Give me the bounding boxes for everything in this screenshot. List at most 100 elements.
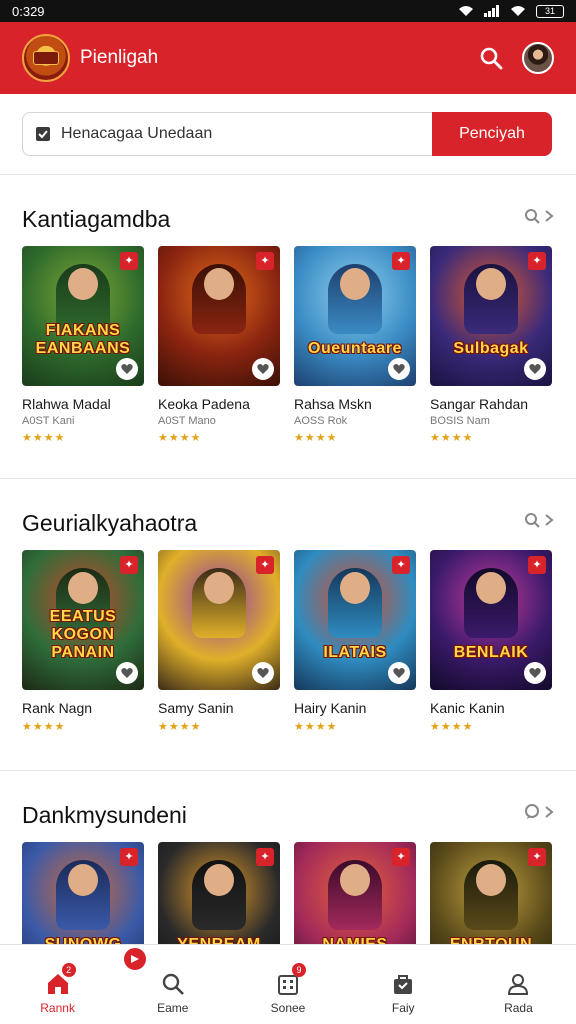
cover-title-art: Oueuntaare — [308, 340, 402, 357]
search-submit-button[interactable]: Penciyah — [432, 112, 552, 156]
divider — [0, 770, 576, 771]
flag-badge: ✦ — [528, 848, 546, 866]
game-card[interactable]: Sulbagak ✦ Sangar Rahdan BOSIS Nam ★★★★ — [430, 246, 552, 444]
flag-badge: ✦ — [120, 556, 138, 574]
game-title: Hairy Kanin — [294, 700, 367, 716]
game-subtitle: A0ST Kani — [22, 415, 75, 427]
cover-title-art: EEATUS KOGON PANAIN — [49, 608, 117, 661]
game-cover-image[interactable]: ILATAIS ✦ — [294, 550, 416, 690]
signal-icon — [484, 5, 499, 17]
favorite-button[interactable] — [252, 358, 274, 380]
card-row: EEATUS KOGON PANAIN ✦ Rank Nagn ★★★★ ✦ Samy S… — [22, 550, 552, 733]
nav-label: Faiy — [391, 1001, 415, 1015]
favorite-button[interactable] — [388, 662, 410, 684]
search-icon — [525, 513, 540, 528]
bag-icon — [394, 975, 413, 994]
nav-label: Rada — [504, 1001, 533, 1015]
notification-badge: 9 — [292, 963, 306, 977]
chevron-right-icon — [545, 210, 554, 222]
rating-stars: ★★★★ — [430, 721, 474, 733]
battery-icon: 31 — [536, 4, 564, 18]
character-head — [476, 268, 506, 300]
favorite-button[interactable] — [252, 662, 274, 684]
favorite-button[interactable] — [388, 358, 410, 380]
game-card[interactable]: ✦ Keoka Padena A0ST Mano ★★★★ — [158, 246, 280, 444]
character-head — [340, 572, 370, 604]
favorite-button[interactable] — [116, 662, 138, 684]
cover-title-art: ILATAIS — [323, 644, 387, 661]
game-title: Keoka Padena — [158, 396, 250, 412]
character-head — [68, 572, 98, 604]
game-cover-image[interactable]: ✦ — [158, 246, 280, 386]
game-cover-image[interactable]: Sulbagak ✦ — [430, 246, 552, 386]
flag-badge: ✦ — [528, 252, 546, 270]
flag-badge: ✦ — [256, 848, 274, 866]
app-logo[interactable] — [22, 34, 70, 82]
flag-badge: ✦ — [392, 556, 410, 574]
character-head — [204, 572, 234, 604]
comment-icon — [525, 804, 539, 819]
game-card[interactable]: ILATAIS ✦ Hairy Kanin ★★★★ — [294, 550, 416, 733]
game-title: Rahsa Mskn — [294, 396, 372, 412]
nav-item-building[interactable]: 9 Sonee — [230, 945, 345, 1024]
game-cover-image[interactable]: ✦ — [158, 550, 280, 690]
app-header: Pienligah — [0, 22, 576, 94]
game-cover-image[interactable]: Oueuntaare ✦ — [294, 246, 416, 386]
rating-stars: ★★★★ — [22, 432, 66, 444]
header-search-button[interactable] — [474, 41, 508, 75]
checkbox-icon — [36, 127, 50, 141]
character-head — [68, 268, 98, 300]
section-more-button[interactable] — [524, 512, 554, 528]
game-title: Rlahwa Madal — [22, 396, 111, 412]
section-1: Kantiagamdba FIAKANS EANBAANS ✦ Rlahwa Mad… — [0, 206, 576, 466]
game-card[interactable]: Oueuntaare ✦ Rahsa Mskn AOSS Rok ★★★★ — [294, 246, 416, 444]
game-cover-image[interactable]: EEATUS KOGON PANAIN ✦ — [22, 550, 144, 690]
game-title: Sangar Rahdan — [430, 396, 529, 412]
nav-item-profile[interactable]: Rada — [461, 945, 576, 1024]
cover-title-art: BENLAIK — [453, 644, 529, 661]
section-title: Kantiagamdba — [22, 206, 171, 232]
favorite-button[interactable] — [116, 358, 138, 380]
game-cover-image[interactable]: FIAKANS EANBAANS ✦ — [22, 246, 144, 386]
nav-item-bag[interactable]: Faiy — [346, 945, 461, 1024]
game-card[interactable]: EEATUS KOGON PANAIN ✦ Rank Nagn ★★★★ — [22, 550, 144, 733]
favorite-button[interactable] — [524, 358, 546, 380]
heart-icon — [257, 364, 269, 374]
floating-action-button[interactable] — [122, 946, 148, 972]
heart-icon — [121, 668, 133, 678]
heart-icon — [529, 364, 541, 374]
nav-item-home[interactable]: 2 Rannk — [0, 945, 115, 1024]
rating-stars: ★★★★ — [294, 721, 338, 733]
nav-label: Sonee — [270, 1001, 306, 1015]
game-subtitle: BOSIS Nam — [430, 415, 490, 427]
game-card[interactable]: FIAKANS EANBAANS ✦ Rlahwa Madal A0ST Kani ★★… — [22, 246, 144, 444]
game-card[interactable]: BENLAIK ✦ Kanic Kanin ★★★★ — [430, 550, 552, 733]
app-title: Pienligah — [80, 47, 159, 68]
flag-badge: ✦ — [392, 252, 410, 270]
notification-badge: 2 — [61, 963, 76, 977]
divider — [0, 478, 576, 479]
section-2: Geurialkyahaotra EEATUS KOGON PANAIN ✦ Ran… — [0, 510, 576, 760]
bottom-navigation: 2 Rannk Eame 9 Sonee Faiy Rada — [0, 944, 576, 1024]
game-cover-image[interactable]: BENLAIK ✦ — [430, 550, 552, 690]
cover-title-art: FIAKANS EANBAANS — [35, 322, 131, 357]
search-field[interactable] — [22, 112, 432, 156]
profile-icon — [508, 974, 529, 995]
section-more-button[interactable] — [524, 208, 554, 224]
user-avatar[interactable] — [522, 42, 554, 74]
rating-stars: ★★★★ — [158, 432, 202, 444]
section-more-button[interactable] — [524, 804, 554, 820]
favorite-button[interactable] — [524, 662, 546, 684]
play-icon — [131, 955, 139, 963]
character-head — [68, 864, 98, 896]
heart-icon — [393, 364, 405, 374]
chevron-right-icon — [545, 514, 554, 526]
heart-icon — [121, 364, 133, 374]
game-card[interactable]: ✦ Samy Sanin ★★★★ — [158, 550, 280, 733]
search-input[interactable] — [61, 125, 381, 143]
battery-level: 31 — [536, 4, 564, 18]
flag-badge: ✦ — [256, 556, 274, 574]
divider — [0, 174, 576, 175]
search-icon — [525, 209, 540, 224]
character-head — [204, 864, 234, 896]
